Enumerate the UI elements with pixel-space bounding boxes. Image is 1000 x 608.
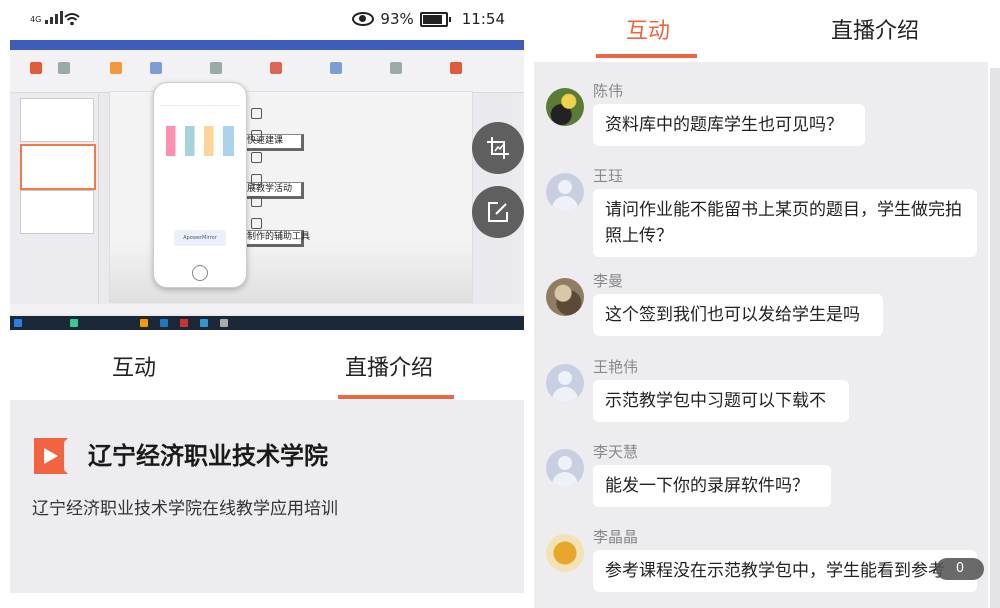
active-tab-indicator	[338, 395, 454, 399]
mirror-toolbar	[248, 102, 264, 252]
crop-button[interactable]	[472, 122, 524, 174]
unread-count-badge[interactable]: 0	[936, 558, 984, 580]
edit-button[interactable]	[472, 186, 524, 238]
desktop-titlebar	[10, 40, 524, 50]
desktop-ribbon	[10, 50, 524, 93]
message-bubble: 资料库中的题库学生也可见吗？	[593, 104, 865, 146]
slide-thumbnails	[10, 94, 99, 304]
avatar[interactable]	[546, 364, 584, 402]
intro-description: 辽宁经济职业技术学院在线教学应用培训	[32, 499, 338, 519]
right-screen: 互动 直播介绍 陈伟 资料库中的题库学生也可见吗？ 王珏 请问作业能不能留书上某…	[534, 0, 1000, 608]
mirrored-phone: ApowerMirror	[153, 82, 247, 288]
edit-icon	[488, 202, 508, 222]
tab-live-intro[interactable]: 直播介绍	[831, 13, 919, 45]
live-video[interactable]: 01 如何快速建课 02 如何开展教学活动 03 教学资源制作的辅助工具 Apo…	[10, 40, 524, 330]
message-user: 王珏	[593, 167, 624, 185]
avatar[interactable]	[546, 88, 584, 126]
tab-live-intro[interactable]: 直播介绍	[345, 350, 433, 382]
live-intro-section: 辽宁经济职业技术学院 辽宁经济职业技术学院在线教学应用培训	[10, 400, 524, 593]
active-tab-indicator	[596, 54, 697, 58]
message-bubble: 请问作业能不能留书上某页的题目，学生做完拍照上传？	[593, 189, 977, 257]
avatar[interactable]	[546, 534, 584, 572]
wifi-icon	[64, 13, 80, 26]
left-screen: 4G 93% 11:54 如何快速建课 如何开展教学活动 教学资源制作的辅助工具…	[0, 0, 525, 608]
message-user: 李晶晶	[593, 528, 639, 546]
signal-icon: 4G	[30, 11, 64, 24]
status-bar: 4G 93% 11:54	[0, 0, 525, 40]
side-scrollbar[interactable]	[990, 68, 1000, 608]
eye-comfort-icon	[352, 12, 375, 26]
video-logo-icon	[34, 438, 68, 474]
apowermirror-label: ApowerMirror	[174, 230, 226, 246]
crop-icon	[487, 137, 509, 159]
battery-icon	[419, 11, 451, 27]
battery-percent: 93%	[380, 10, 414, 28]
message-bubble: 参考课程没在示范教学包中，学生能看到参考	[593, 550, 977, 592]
avatar[interactable]	[546, 278, 584, 316]
message-user: 李天慧	[593, 443, 639, 461]
message-bubble: 能发一下你的录屏软件吗？	[593, 465, 831, 507]
message-user: 李曼	[593, 272, 624, 290]
network-type: 4G	[30, 15, 42, 24]
tab-interaction[interactable]: 互动	[112, 350, 156, 382]
tab-interaction-active[interactable]: 互动	[626, 13, 670, 45]
school-name: 辽宁经济职业技术学院	[88, 442, 328, 470]
desktop-taskbar	[10, 316, 524, 330]
message-user: 王艳伟	[593, 358, 639, 376]
avatar[interactable]	[546, 173, 584, 211]
message-user: 陈伟	[593, 82, 624, 100]
avatar[interactable]	[546, 449, 584, 487]
clock: 11:54	[461, 10, 505, 28]
message-bubble: 示范教学包中习题可以下载不	[593, 380, 849, 422]
message-bubble: 这个签到我们也可以发给学生是吗	[593, 294, 883, 336]
chat-list[interactable]: 陈伟 资料库中的题库学生也可见吗？ 王珏 请问作业能不能留书上某页的题目，学生做…	[534, 62, 988, 608]
